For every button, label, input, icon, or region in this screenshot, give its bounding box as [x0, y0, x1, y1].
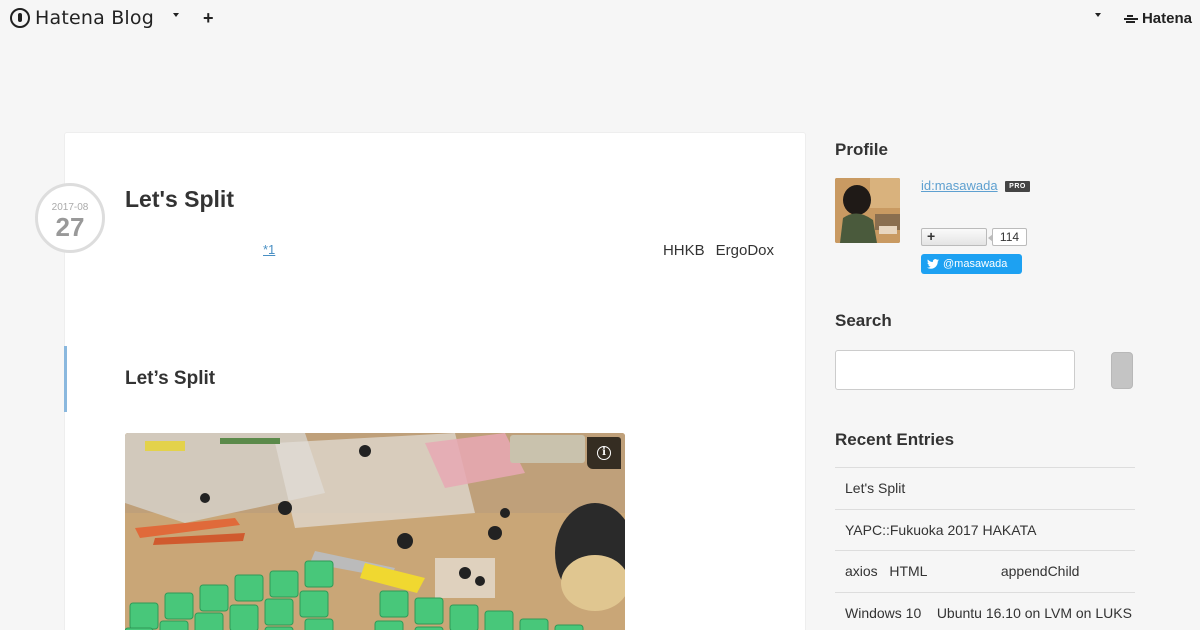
section-heading: Let’s Split [125, 368, 216, 389]
avatar-photo [835, 178, 900, 243]
keyboard-parts-photo [125, 433, 625, 630]
heading-accent-bar [64, 346, 67, 412]
category-link[interactable]: ErgoDox [716, 242, 774, 259]
hatena-brand-text: Hatena [1141, 10, 1192, 27]
twitter-handle: @masawada [943, 258, 1008, 270]
hatena-brand-icon [1123, 14, 1138, 24]
entry-photo[interactable]: i [125, 433, 625, 630]
global-header: Hatena Blog + Hatena [0, 0, 1200, 36]
search-heading: Search [835, 311, 892, 330]
twitter-bird-icon [927, 259, 939, 269]
photo-info-button[interactable]: i [587, 437, 621, 469]
entry-categories: HHKB ErgoDox [663, 242, 774, 259]
entry-title[interactable]: Let's Split [125, 186, 234, 213]
profile-avatar[interactable] [835, 178, 900, 243]
recent-entries-heading: Recent Entries [835, 430, 955, 449]
category-link[interactable]: HHKB [663, 242, 705, 259]
hatena-brand-link[interactable]: Hatena [1123, 10, 1192, 27]
recent-entries-list: Let's Split YAPC::Fukuoka 2017 HAKATA ax… [835, 467, 1135, 630]
twitter-follow-button[interactable]: @masawada [921, 254, 1022, 274]
entry-date-badge[interactable]: 2017-08 27 [35, 183, 105, 253]
plus-icon: + [927, 228, 936, 244]
info-icon: i [597, 446, 611, 460]
search-input[interactable] [835, 350, 1075, 390]
add-entry-button[interactable]: + [203, 8, 214, 28]
recent-entry-link[interactable]: Windows 10 Ubuntu 16.10 on LVM on LUKS 1 [835, 593, 1135, 630]
recent-entry-link[interactable]: Let's Split [835, 468, 1135, 510]
search-button[interactable] [1111, 352, 1133, 389]
profile-id-link[interactable]: id:masawada [921, 178, 998, 193]
recent-entry-link[interactable]: YAPC::Fukuoka 2017 HAKATA [835, 510, 1135, 551]
footnote-link[interactable]: *1 [263, 242, 275, 257]
user-menu-dropdown-icon[interactable] [1095, 13, 1101, 17]
hatena-blog-logo-icon [10, 8, 30, 28]
follower-count: 114 [988, 228, 1027, 246]
hatena-blog-logo[interactable]: Hatena Blog [10, 7, 154, 29]
entry-date-day: 27 [55, 212, 85, 242]
follow-button[interactable]: + [921, 228, 987, 246]
logo-text: Hatena Blog [35, 7, 154, 29]
profile-heading: Profile [835, 140, 888, 159]
recent-entry-link[interactable]: axios HTML appendChild [835, 551, 1135, 593]
pro-badge: PRO [1005, 181, 1030, 192]
blog-menu-dropdown-icon[interactable] [173, 13, 179, 17]
